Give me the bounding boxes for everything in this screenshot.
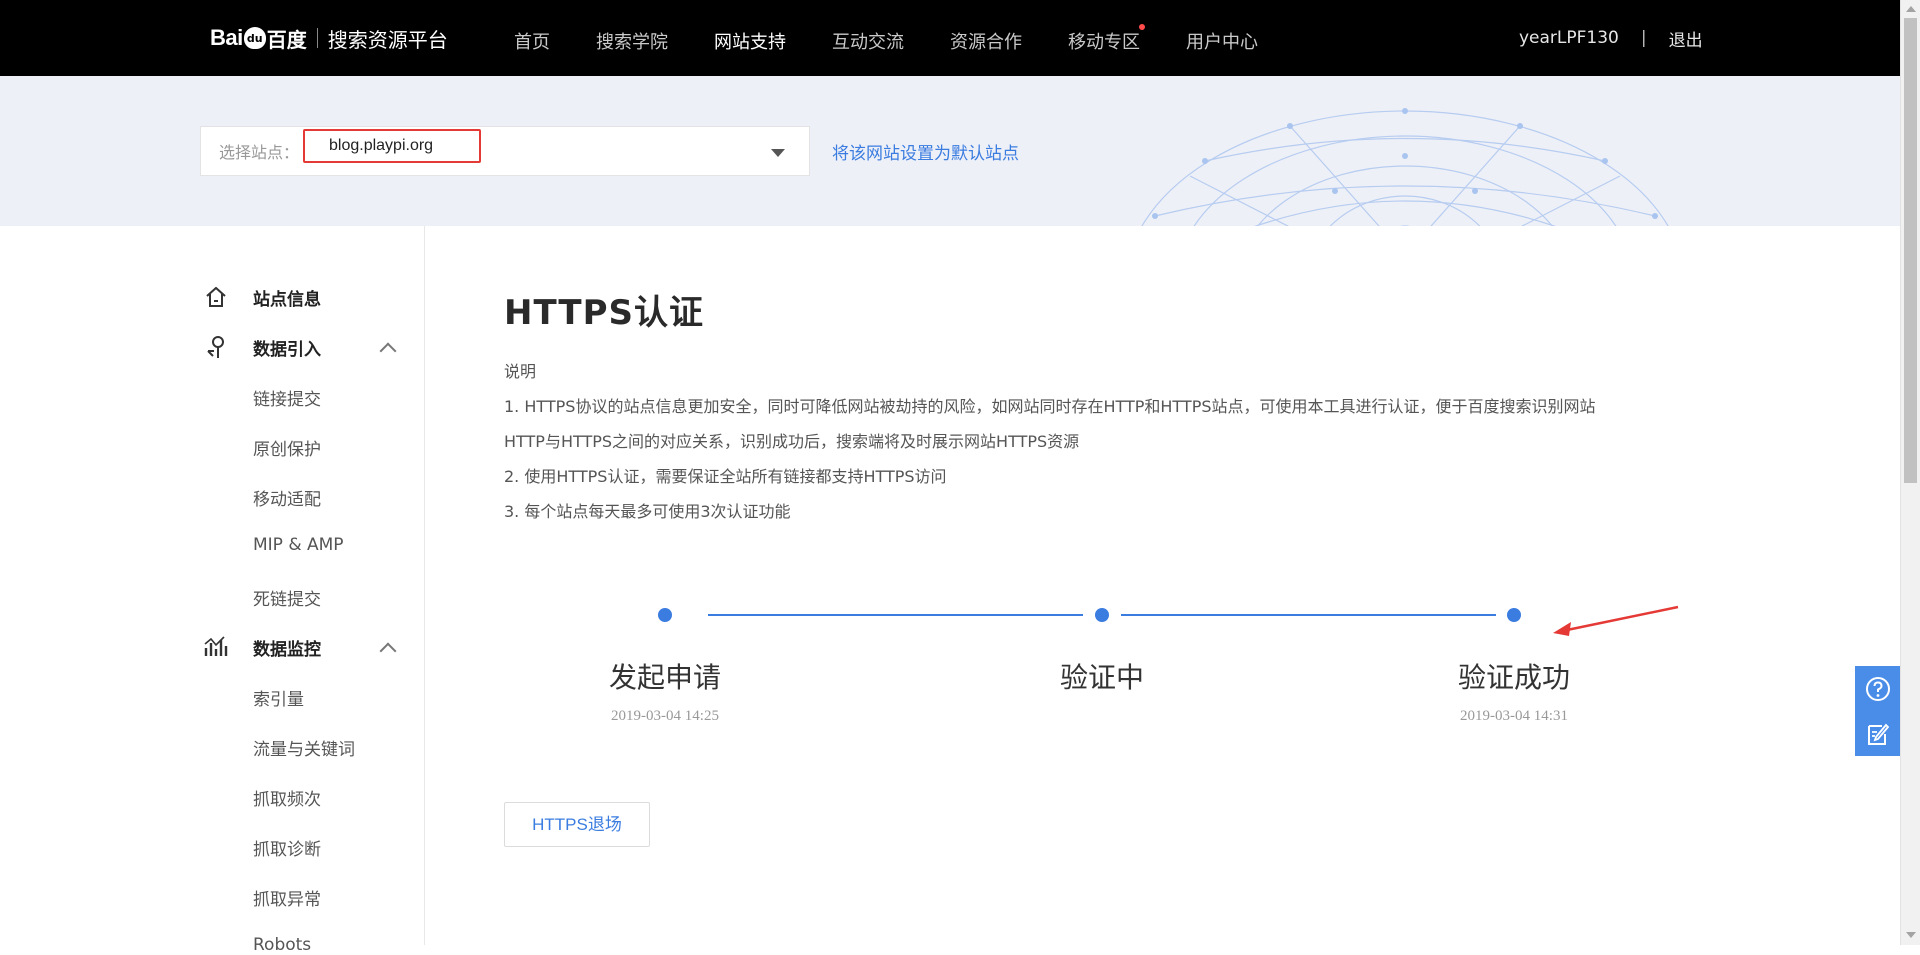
nav-interaction[interactable]: 互动交流 — [832, 0, 904, 76]
logo-text-bai: Bai — [210, 25, 243, 50]
description-block: 说明 1. HTTPS协议的站点信息更加安全，同时可降低网站被劫持的风险，如网站… — [504, 354, 1704, 529]
baidu-logo[interactable]: Bai du 百度 搜索资源平台 — [210, 22, 448, 54]
nav-resource-cooperation[interactable]: 资源合作 — [950, 0, 1022, 76]
step-time-submit: 2019-03-04 14:25 — [611, 708, 719, 724]
sidebar-section-title: 数据引入 — [253, 339, 321, 360]
nav-interaction-label: 互动交流 — [832, 32, 904, 53]
nav-mobile-zone-label: 移动专区 — [1068, 32, 1140, 53]
sidebar-section-title: 站点信息 — [253, 289, 321, 310]
top-navbar: Bai du 百度 搜索资源平台 首页 搜索学院 网站支持 互动交流 资源合作 … — [0, 0, 1900, 76]
https-exit-button[interactable]: HTTPS退场 — [504, 802, 650, 847]
data-monitor-icon — [204, 636, 228, 656]
nav-user-center[interactable]: 用户中心 — [1186, 0, 1258, 76]
description-heading: 说明 — [504, 362, 537, 381]
floating-toolbar — [1855, 666, 1900, 756]
paw-icon: du — [243, 27, 266, 49]
site-banner: 选择站点： blog.playpi.org 将该网站设置为默认站点 — [0, 76, 1900, 226]
sidebar-item-crawl-diagnosis[interactable]: 抓取诊断 — [253, 835, 321, 860]
site-selector[interactable]: 选择站点： blog.playpi.org — [200, 126, 810, 176]
nav-resource-cooperation-label: 资源合作 — [950, 32, 1022, 53]
step-label-submit: 发起申请 — [608, 661, 722, 694]
globe-decoration — [1141, 108, 1669, 226]
nav-site-support-label: 网站支持 — [714, 32, 786, 53]
step-label-verifying: 验证中 — [1059, 661, 1145, 694]
user-separator: | — [1640, 28, 1647, 48]
help-button[interactable] — [1855, 666, 1900, 711]
home-icon — [206, 286, 226, 307]
platform-name: 搜索资源平台 — [327, 27, 448, 52]
site-selector-value[interactable]: blog.playpi.org — [303, 129, 481, 163]
notification-dot — [1139, 24, 1145, 30]
scrollbar-thumb[interactable] — [1904, 18, 1917, 483]
logout-link[interactable]: 退出 — [1669, 26, 1703, 51]
sidebar-item-original-protection[interactable]: 原创保护 — [253, 435, 321, 460]
sidebar-section-data-import[interactable]: 数据引入 — [203, 334, 321, 360]
step-connector — [708, 614, 1083, 616]
sidebar-section-data-monitor[interactable]: 数据监控 — [203, 634, 321, 660]
step-dot-2 — [1095, 608, 1109, 622]
sidebar-section-site-info[interactable]: 站点信息 — [203, 284, 321, 310]
caret-down-icon[interactable] — [771, 149, 785, 157]
sidebar-item-mip-amp[interactable]: MIP & AMP — [253, 535, 344, 555]
feedback-button[interactable] — [1855, 711, 1900, 756]
sidebar-item-traffic-keywords[interactable]: 流量与关键词 — [253, 735, 355, 760]
nav-search-academy[interactable]: 搜索学院 — [596, 0, 668, 76]
nav-home[interactable]: 首页 — [514, 0, 550, 76]
sidebar-item-mobile-adaptation[interactable]: 移动适配 — [253, 485, 321, 510]
page-title: HTTPS认证 — [504, 293, 705, 333]
description-line: 3. 每个站点每天最多可使用3次认证功能 — [504, 502, 791, 521]
step-dot-3 — [1507, 608, 1521, 622]
description-line: 2. 使用HTTPS认证，需要保证全站所有链接都支持HTTPS访问 — [504, 467, 947, 486]
step-dot-1 — [658, 608, 672, 622]
sidebar: 站点信息 数据引入 链接提交 原创保护 移动适配 MIP & AMP 死链提交 … — [0, 226, 425, 955]
step-time-success: 2019-03-04 14:31 — [1460, 708, 1568, 724]
nav-home-label: 首页 — [514, 32, 550, 53]
user-area: yearLPF130 | 退出 — [1519, 0, 1703, 76]
chevron-up-icon[interactable] — [379, 642, 397, 660]
vertical-scrollbar[interactable] — [1900, 0, 1920, 945]
sidebar-section-title: 数据监控 — [253, 639, 321, 660]
site-selector-label: 选择站点： — [219, 143, 300, 162]
nav-search-academy-label: 搜索学院 — [596, 32, 668, 53]
username-link[interactable]: yearLPF130 — [1519, 28, 1619, 48]
description-line: 1. HTTPS协议的站点信息更加安全，同时可降低网站被劫持的风险，如网站同时存… — [504, 397, 1596, 416]
sidebar-item-link-submit[interactable]: 链接提交 — [253, 385, 321, 410]
nav-user-center-label: 用户中心 — [1186, 32, 1258, 53]
chevron-up-icon[interactable] — [379, 342, 397, 360]
sidebar-item-dead-link-submit[interactable]: 死链提交 — [253, 585, 321, 610]
feedback-icon — [1867, 723, 1889, 745]
nav-mobile-zone[interactable]: 移动专区 — [1068, 0, 1145, 76]
logo-divider — [316, 28, 318, 48]
sidebar-item-robots[interactable]: Robots — [253, 935, 311, 955]
description-line: HTTP与HTTPS之间的对应关系，识别成功后，搜索端将及时展示网站HTTPS资… — [504, 432, 1080, 451]
annotation-arrow-icon — [1553, 605, 1679, 636]
step-label-success: 验证成功 — [1457, 661, 1571, 694]
scroll-up-arrow-icon[interactable] — [1906, 6, 1916, 12]
sidebar-item-crawl-frequency[interactable]: 抓取频次 — [253, 785, 321, 810]
logo-text-baidu: 百度 — [266, 27, 307, 52]
data-import-icon — [207, 336, 224, 358]
main-nav: 首页 搜索学院 网站支持 互动交流 资源合作 移动专区 用户中心 — [514, 0, 1304, 76]
nav-site-support[interactable]: 网站支持 — [714, 0, 786, 76]
help-icon — [1865, 676, 1890, 701]
set-default-site-link[interactable]: 将该网站设置为默认站点 — [832, 139, 1019, 164]
scroll-down-arrow-icon[interactable] — [1906, 932, 1916, 938]
step-connector — [1121, 614, 1496, 616]
sidebar-item-crawl-errors[interactable]: 抓取异常 — [253, 885, 321, 910]
sidebar-item-index-volume[interactable]: 索引量 — [253, 685, 304, 710]
